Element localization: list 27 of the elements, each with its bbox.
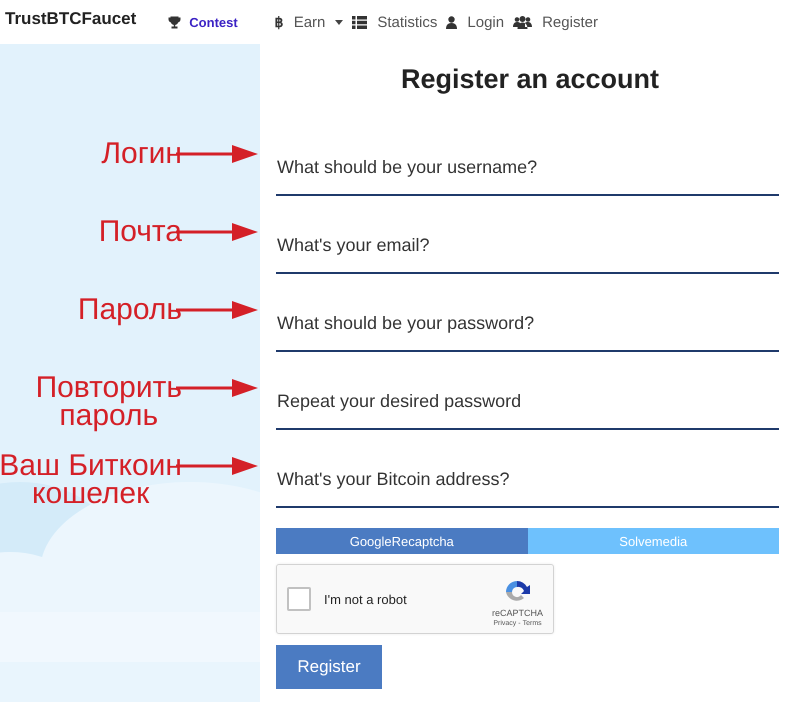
nav-link[interactable]: Register — [513, 14, 598, 30]
bitcoin-icon: ฿ — [274, 14, 284, 30]
contest-link[interactable]: Contest — [168, 14, 238, 30]
annotation-label: Логин — [101, 140, 182, 168]
captcha-tab[interactable]: GoogleRecaptcha — [276, 528, 528, 554]
input-field[interactable]: What should be your username? — [276, 140, 779, 196]
annotation-label: Повторить пароль — [36, 374, 182, 430]
trophy-icon — [168, 16, 182, 28]
input-field[interactable]: What's your email? — [276, 218, 779, 274]
list-icon — [352, 16, 368, 28]
annotation-label: Ваш Биткоин кошелек — [0, 452, 182, 508]
user-icon — [446, 16, 458, 28]
recaptcha-brand: reCAPTCHA — [492, 608, 543, 618]
nav-link[interactable]: Login — [446, 14, 504, 30]
checkbox-label: I'm not a robot — [324, 592, 408, 606]
input-field[interactable]: What should be your password? — [276, 296, 779, 352]
register-button[interactable]: Register — [276, 645, 382, 689]
nav-link[interactable]: Statistics — [352, 14, 438, 30]
dropdown-menu[interactable]: ฿ Earn — [274, 14, 344, 30]
users-icon — [513, 16, 532, 28]
page-title: Register an account — [400, 64, 660, 95]
robot-checkbox[interactable] — [287, 587, 311, 611]
input-field[interactable]: Repeat your desired password — [276, 374, 779, 430]
annotation-label: Пароль — [78, 296, 182, 324]
annotation-label: Почта — [98, 218, 182, 246]
site-logo[interactable]: TrustBTCFaucet — [5, 9, 136, 29]
input-field[interactable]: What's your Bitcoin address? — [276, 452, 779, 508]
